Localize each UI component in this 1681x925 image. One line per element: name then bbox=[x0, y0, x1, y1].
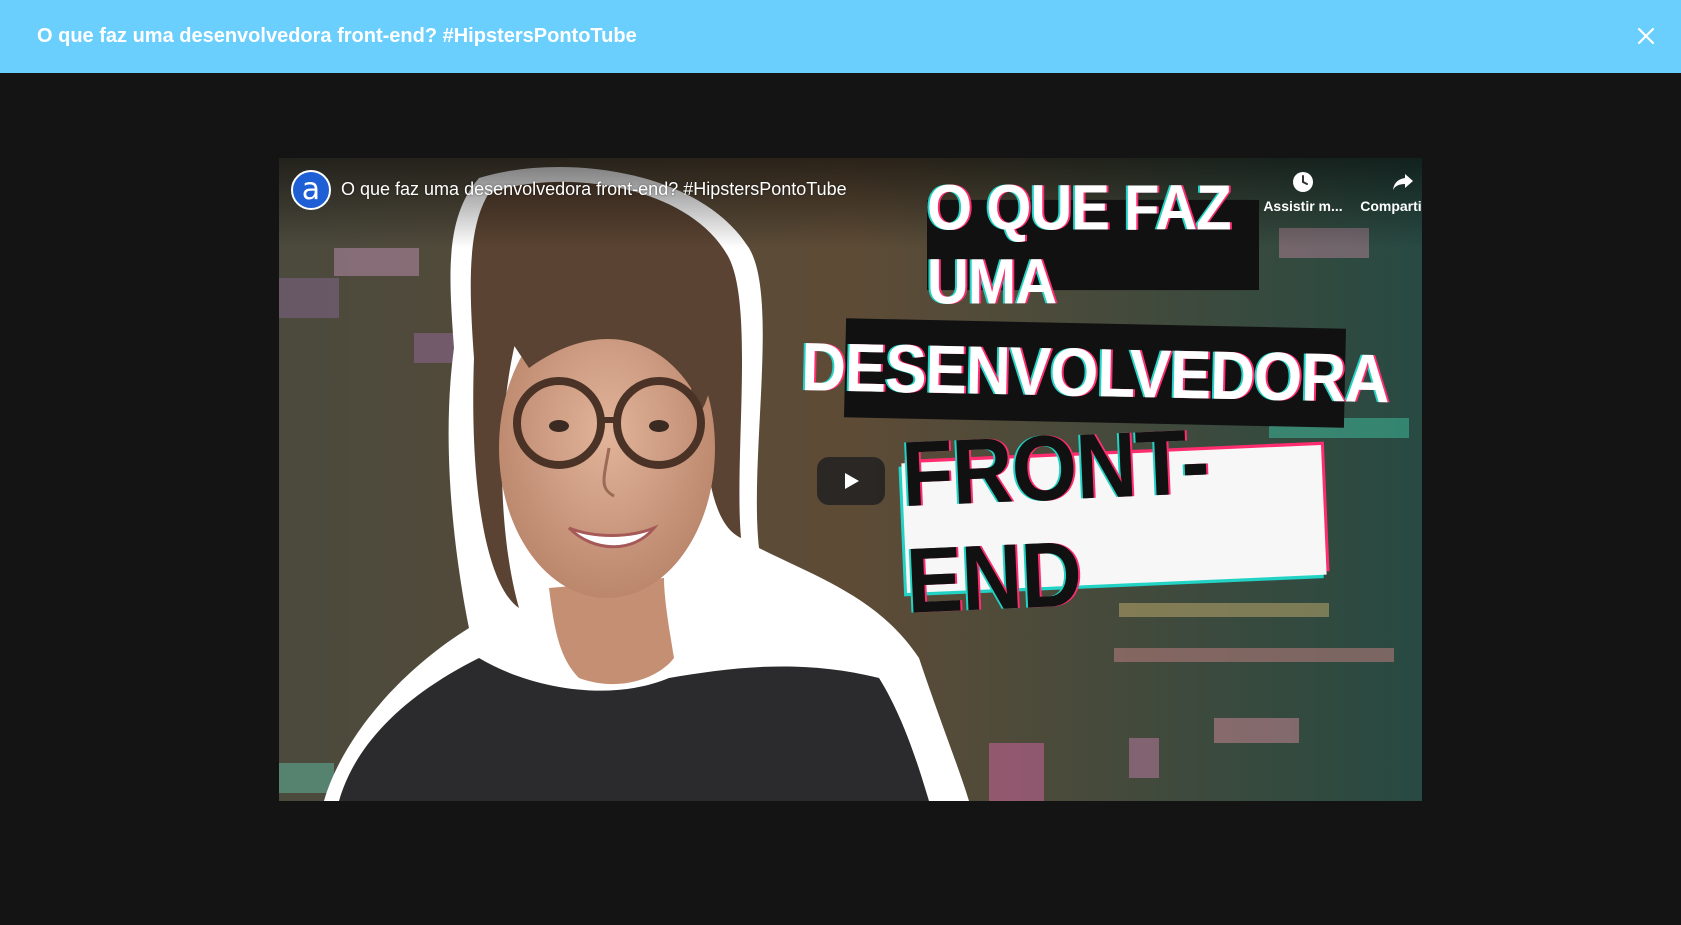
close-icon bbox=[1638, 28, 1654, 44]
thumbnail-headline-line3: FRONT-END bbox=[900, 409, 1327, 633]
watch-later-button[interactable]: Assistir m... bbox=[1260, 170, 1346, 214]
thumbnail-headline-line1: O QUE FAZ UMA bbox=[927, 172, 1259, 318]
play-icon bbox=[845, 473, 859, 489]
channel-avatar-letter: a bbox=[301, 172, 321, 207]
watch-later-label: Assistir m... bbox=[1263, 198, 1343, 214]
clock-icon bbox=[1293, 172, 1313, 192]
play-button[interactable] bbox=[817, 457, 885, 505]
channel-avatar[interactable]: a bbox=[291, 170, 331, 210]
share-icon bbox=[1393, 174, 1413, 190]
modal-header: O que faz uma desenvolvedora front-end? … bbox=[0, 0, 1681, 73]
modal-title: O que faz uma desenvolvedora front-end? … bbox=[37, 25, 637, 47]
video-title[interactable]: O que faz uma desenvolvedora front-end? … bbox=[341, 179, 847, 200]
close-button[interactable] bbox=[1634, 24, 1658, 48]
share-label: Compartilh... bbox=[1360, 198, 1422, 214]
share-button[interactable]: Compartilh... bbox=[1360, 170, 1422, 214]
video-player[interactable]: a O que faz uma desenvolvedora front-end… bbox=[279, 158, 1422, 801]
